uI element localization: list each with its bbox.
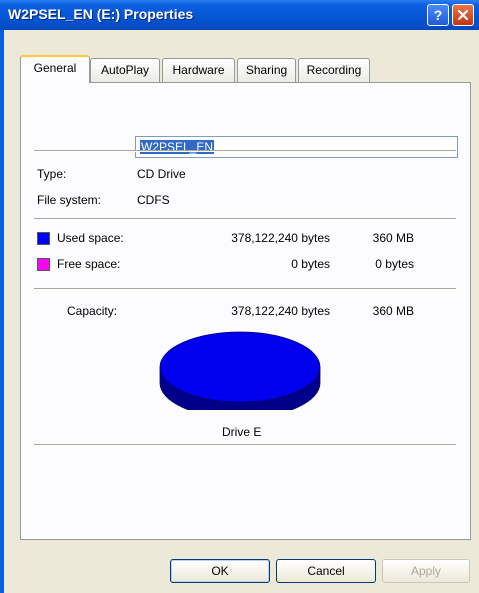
tab-hardware[interactable]: Hardware — [162, 58, 235, 82]
divider — [34, 444, 456, 446]
title-bar[interactable]: W2PSEL_EN (E:) Properties ? — [0, 0, 479, 30]
free-space-size: 0 bytes — [375, 257, 414, 271]
free-space-swatch — [37, 258, 50, 271]
svg-text:?: ? — [434, 8, 443, 22]
free-space-bytes: 0 bytes — [291, 257, 330, 271]
pie-used-slice — [159, 331, 321, 403]
used-space-bytes: 378,122,240 bytes — [231, 231, 330, 245]
apply-label: Apply — [410, 564, 442, 578]
apply-button[interactable]: Apply — [382, 559, 470, 583]
cd-drive-icon — [35, 131, 69, 165]
free-space-label: Free space: — [57, 257, 121, 271]
tab-label: General — [33, 61, 77, 75]
divider — [34, 288, 456, 290]
tab-label: Recording — [306, 63, 362, 77]
tab-label: Hardware — [172, 63, 225, 77]
tab-general[interactable]: General — [20, 55, 90, 83]
used-space-swatch — [37, 232, 50, 245]
window-title: W2PSEL_EN (E:) Properties — [8, 6, 194, 22]
divider — [34, 218, 456, 220]
type-label: Type: — [37, 167, 67, 181]
window-border — [0, 30, 4, 593]
tab-label: AutoPlay — [100, 63, 150, 77]
ok-label: OK — [211, 564, 229, 578]
tab-label: Sharing — [245, 63, 288, 77]
capacity-bytes: 378,122,240 bytes — [231, 304, 330, 318]
close-icon — [457, 9, 469, 21]
capacity-label: Capacity: — [67, 304, 118, 318]
capacity-size: 360 MB — [372, 304, 414, 318]
cancel-label: Cancel — [307, 564, 345, 578]
cancel-button[interactable]: Cancel — [276, 559, 376, 583]
file-system-label: File system: — [37, 193, 102, 207]
used-space-label: Used space: — [57, 231, 124, 245]
file-system-value: CDFS — [137, 193, 170, 207]
drive-label: Drive E — [222, 425, 262, 439]
disk-usage-pie — [159, 331, 321, 410]
ok-button[interactable]: OK — [170, 559, 270, 583]
tab-sharing[interactable]: Sharing — [237, 58, 296, 82]
question-mark-icon: ? — [434, 8, 443, 22]
tab-autoplay[interactable]: AutoPlay — [90, 58, 160, 82]
divider — [34, 150, 456, 152]
close-button[interactable] — [452, 4, 474, 26]
type-value: CD Drive — [137, 167, 186, 181]
help-button[interactable]: ? — [427, 4, 449, 26]
drive-name-field[interactable]: W2PSEL_EN — [135, 136, 458, 158]
tab-recording[interactable]: Recording — [298, 58, 370, 82]
used-space-size: 360 MB — [372, 231, 414, 245]
